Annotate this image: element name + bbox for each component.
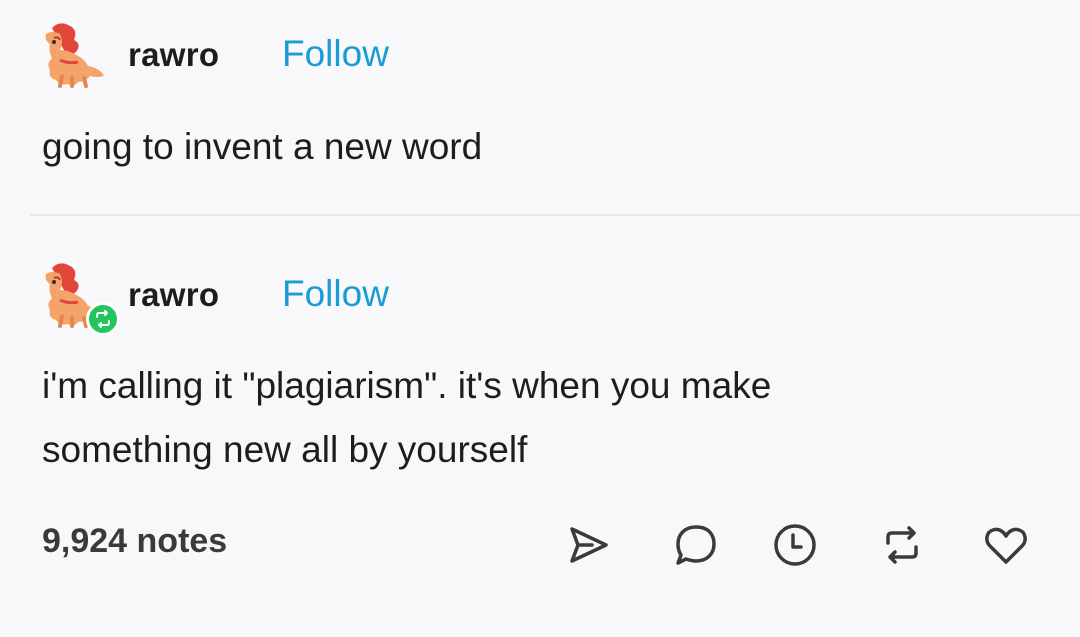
red-dinosaur-avatar-icon[interactable] (38, 20, 110, 92)
heart-icon[interactable] (978, 517, 1034, 573)
reblog-icon[interactable] (874, 517, 930, 573)
notes-count[interactable]: 9,924 notes (42, 522, 227, 561)
reply-icon[interactable] (668, 517, 724, 573)
tumblr-post-screenshot: rawro Follow going to invent a new word (0, 0, 1080, 637)
clock-icon[interactable] (767, 517, 823, 573)
reblog-post: rawro Follow i'm calling it "plagiarism"… (0, 220, 1080, 637)
original-post: rawro Follow going to invent a new word (0, 0, 1080, 215)
post-text: going to invent a new word (42, 126, 483, 167)
follow-button[interactable]: Follow (282, 273, 389, 315)
follow-button[interactable]: Follow (282, 33, 389, 75)
post-header: rawro Follow (38, 260, 638, 336)
post-header: rawro Follow (38, 20, 638, 90)
post-divider (30, 214, 1080, 216)
username[interactable]: rawro (128, 36, 219, 74)
reblog-badge-icon (86, 302, 120, 336)
post-text: i'm calling it "plagiarism". it's when y… (42, 365, 772, 470)
post-actions (560, 517, 1030, 573)
username[interactable]: rawro (128, 276, 219, 314)
share-icon[interactable] (560, 517, 616, 573)
